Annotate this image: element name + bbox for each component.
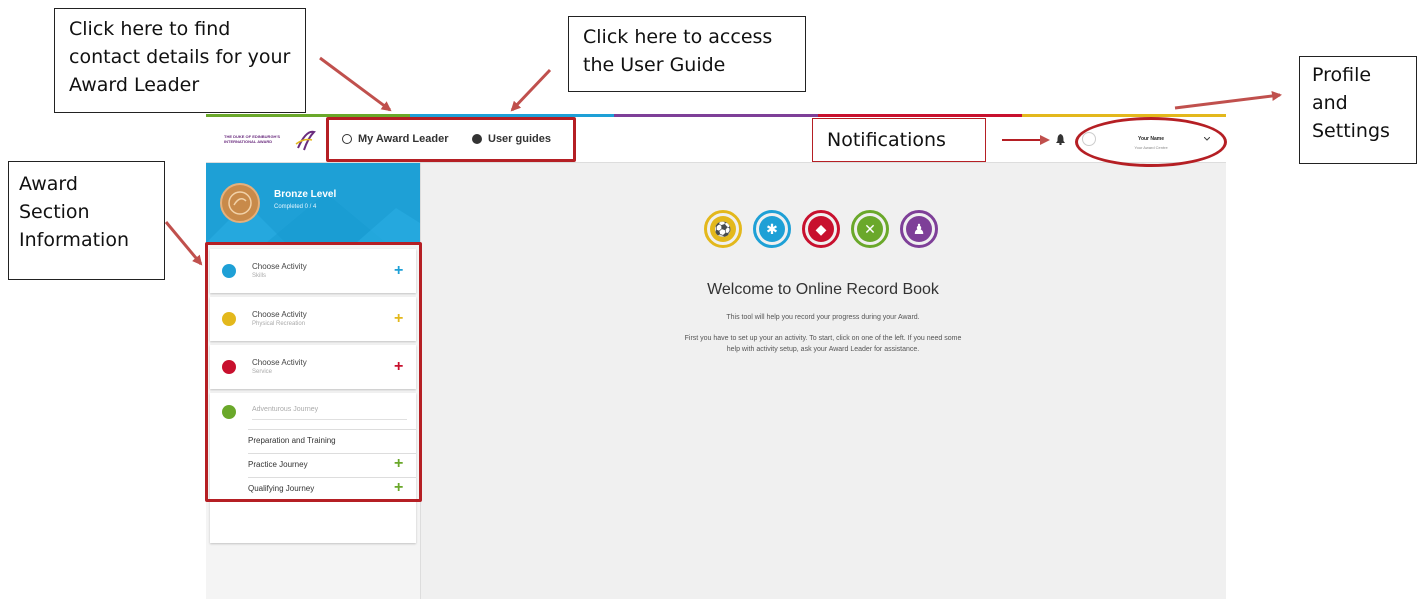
award-section-highlight [205, 242, 422, 502]
level-title: Bronze Level [274, 189, 337, 200]
logo-text: THE DUKE OF EDINBURGH'S INTERNATIONAL AW… [224, 134, 281, 144]
residential-icon: ♟ [900, 210, 938, 248]
welcome-title: Welcome to Online Record Book [707, 281, 939, 298]
physical-recreation-icon: ⚽ [704, 210, 742, 248]
user-guide-callout: Click here to access the User Guide [568, 16, 806, 92]
level-header: Bronze Level Completed 0 / 4 [206, 163, 420, 243]
arrow-profile [1174, 91, 1282, 110]
bell-icon[interactable] [1056, 134, 1065, 145]
profile-highlight [1075, 117, 1227, 167]
adventurous-journey-icon: ✕ [851, 210, 889, 248]
award-leader-callout: Click here to find contact details for y… [54, 8, 306, 113]
welcome-line-3: help with activity setup, ask your Award… [726, 346, 920, 353]
welcome-line-1: This tool will help you record your prog… [726, 314, 920, 321]
notifications-callout: Notifications [812, 118, 986, 162]
service-icon: ◆ [802, 210, 840, 248]
arrow-user-guide [510, 68, 552, 112]
bronze-badge-icon [220, 183, 260, 223]
welcome-line-2: First you have to set up your an activit… [684, 335, 962, 342]
award-section-callout: Award Section Information [8, 161, 165, 280]
arrow-award-section [164, 221, 203, 266]
award-logo[interactable]: THE DUKE OF EDINBURGH'S INTERNATIONAL AW… [224, 128, 316, 152]
profile-callout: Profile and Settings [1299, 56, 1417, 164]
skills-icon: ✱ [753, 210, 791, 248]
nav-links-highlight [326, 117, 576, 162]
logo-swirl-icon [295, 130, 316, 151]
level-progress: Completed 0 / 4 [274, 204, 317, 210]
arrow-award-leader [319, 56, 392, 112]
